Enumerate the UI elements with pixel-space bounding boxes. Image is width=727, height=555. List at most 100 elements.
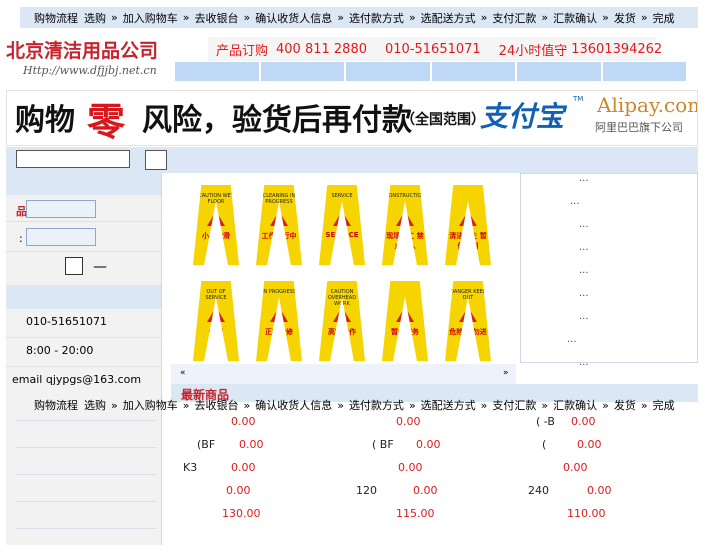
- alipay-logo-en: Alipay.com: [597, 93, 698, 117]
- step-item[interactable]: 发货: [614, 10, 636, 26]
- alipay-subtitle: 阿里巴巴旗下公司: [595, 121, 683, 134]
- step-item[interactable]: 支付汇款: [492, 397, 536, 413]
- contact-phone: 010-51651071: [26, 315, 107, 328]
- step-item[interactable]: 确认收货人信息: [255, 10, 332, 26]
- warning-triangle-icon: [459, 211, 477, 226]
- step-separator: »: [480, 398, 488, 412]
- product-name[interactable]: ( BF: [372, 438, 394, 451]
- shopping-steps-bar-2: 购物流程 选购 » 加入购物车 » 去收银台 » 确认收货人信息 » 选付款方式 » 选配送方式 » 支付…: [20, 396, 675, 414]
- list-divider: [16, 474, 156, 475]
- product-search-input[interactable]: [26, 200, 96, 218]
- step-item[interactable]: 去收银台: [194, 397, 238, 413]
- warning-triangle-icon: [396, 211, 414, 226]
- news-item[interactable]: ...: [579, 357, 589, 368]
- product-name[interactable]: (: [542, 438, 546, 451]
- product-price: 0.00: [577, 438, 602, 451]
- product-image-warning-signs[interactable]: CAUTION WET FLOOR 小心地滑 CLEANING IN PROGRES…: [171, 173, 516, 363]
- warning-sign: 清洁卫生 暂停使用: [445, 185, 491, 265]
- step-item[interactable]: 汇款确认: [553, 10, 597, 26]
- warning-sign: SERVICE SERVICE: [319, 185, 365, 265]
- image-scroller: [171, 364, 516, 384]
- product-price: 0.00: [587, 484, 612, 497]
- product-price: 0.00: [563, 461, 588, 474]
- search-input[interactable]: [16, 150, 130, 168]
- product-name[interactable]: 120: [356, 484, 377, 497]
- nav-item-1[interactable]: [175, 62, 259, 81]
- sidebar-second-input[interactable]: [26, 228, 96, 246]
- news-item[interactable]: ...: [579, 242, 589, 253]
- warning-sign-cn-label: SERVICE: [325, 231, 359, 239]
- company-logo-title[interactable]: 北京清洁用品公司: [6, 36, 158, 63]
- step-item[interactable]: 选购: [84, 10, 106, 26]
- step-separator: »: [541, 398, 549, 412]
- warning-sign-en-label: DANGER KEEP OUT: [450, 289, 486, 301]
- step-item[interactable]: 支付汇款: [492, 10, 536, 26]
- step-item[interactable]: 选付款方式: [349, 10, 404, 26]
- step-separator: »: [243, 11, 251, 24]
- right-news-panel: ...........................: [520, 173, 698, 368]
- product-price: 0.00: [231, 461, 256, 474]
- warning-sign: IN PROGRESS 正在维修: [256, 281, 302, 361]
- contact-hours: 8:00 - 20:00: [26, 344, 94, 357]
- nav-item-4[interactable]: [431, 62, 515, 81]
- step-item[interactable]: 购物流程: [34, 397, 78, 413]
- warning-sign-cn-label: 危险 请勿进入: [449, 328, 487, 346]
- news-item[interactable]: ...: [579, 311, 589, 322]
- scroll-left-icon[interactable]: «: [180, 368, 186, 378]
- sidebar-dash: —: [93, 259, 107, 275]
- contact-email[interactable]: email qjypgs@163.com: [12, 373, 141, 386]
- step-item[interactable]: 发货: [614, 397, 636, 413]
- sidebar-checkbox[interactable]: [65, 257, 83, 275]
- product-name[interactable]: (BF: [197, 438, 215, 451]
- step-item[interactable]: 选配送方式: [421, 10, 476, 26]
- news-item[interactable]: ...: [579, 219, 589, 230]
- warning-triangle-icon: [207, 307, 225, 322]
- step-item[interactable]: 购物流程: [34, 10, 78, 26]
- product-price: 110.00: [567, 507, 606, 520]
- step-item[interactable]: 完成: [653, 397, 675, 413]
- hotline-phone-1: 400 811 2880: [276, 41, 367, 57]
- product-name[interactable]: K3: [183, 461, 197, 474]
- warning-sign: CAUTION OVERHEAD WORK 高空工作: [319, 281, 365, 361]
- nav-item-2[interactable]: [260, 62, 344, 81]
- warning-sign: CLEANING IN PROGRESS 工作进行中: [256, 185, 302, 265]
- step-item[interactable]: 加入购物车: [123, 10, 178, 26]
- step-separator: »: [243, 398, 251, 412]
- warning-sign-en-label: CONSTRUCTION: [385, 193, 426, 199]
- warning-triangle-icon: [333, 307, 351, 322]
- step-item[interactable]: 去收银台: [194, 10, 238, 26]
- warning-sign-cn-label: 工作进行中: [261, 232, 297, 240]
- news-item[interactable]: ...: [570, 196, 580, 207]
- step-separator: »: [408, 11, 416, 24]
- nav-item-6[interactable]: [602, 62, 686, 81]
- news-item[interactable]: ...: [567, 334, 577, 345]
- product-name[interactable]: 240: [528, 484, 549, 497]
- news-item[interactable]: ...: [579, 173, 589, 184]
- warning-sign-en-label: CAUTION WET FLOOR: [198, 193, 234, 205]
- nav-item-3[interactable]: [346, 62, 430, 81]
- product-price: 0.00: [413, 484, 438, 497]
- news-item[interactable]: ...: [579, 288, 589, 299]
- step-separator: »: [111, 11, 118, 24]
- step-separator: »: [337, 398, 344, 412]
- step-item[interactable]: 选付款方式: [349, 397, 404, 413]
- warning-sign-cn-label: 现场施工 禁止进入: [386, 232, 424, 250]
- step-item[interactable]: 加入购物车: [123, 397, 178, 413]
- scroll-right-icon[interactable]: »: [503, 368, 509, 378]
- nav-item-5[interactable]: [517, 62, 601, 81]
- warning-sign-cn-label: 正在维修: [265, 328, 293, 336]
- step-item[interactable]: 确认收货人信息: [255, 397, 332, 413]
- step-item[interactable]: 选购: [84, 397, 106, 413]
- search-button[interactable]: [145, 150, 167, 170]
- step-item[interactable]: 选配送方式: [421, 397, 476, 413]
- news-item[interactable]: ...: [579, 265, 589, 276]
- hotline-duty-label: 24小时值守: [498, 43, 568, 59]
- hotline-bar: 产品订购 400 811 2880 010-51651071 24小时值守 13…: [208, 37, 662, 61]
- alipay-banner[interactable]: 购物 零 风险，验货后再付款 （全国范围） 支付宝 TM Alipay.com …: [6, 90, 698, 146]
- product-price: 115.00: [396, 507, 435, 520]
- product-name[interactable]: ( -B: [536, 415, 555, 428]
- step-item[interactable]: 汇款确认: [553, 397, 597, 413]
- step-item[interactable]: 完成: [653, 10, 675, 26]
- banner-text-scope: （全国范围）: [401, 112, 485, 128]
- product-price: 0.00: [398, 461, 423, 474]
